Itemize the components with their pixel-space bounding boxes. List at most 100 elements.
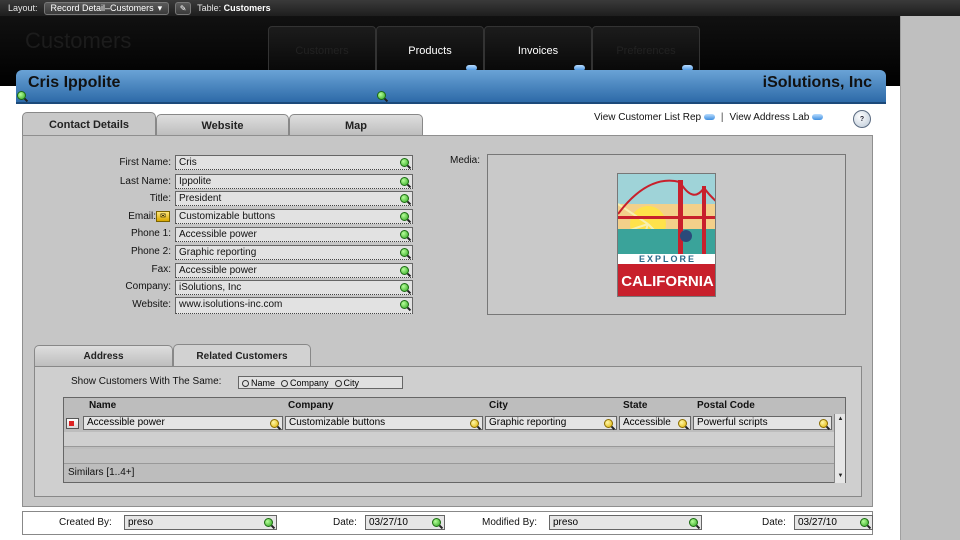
cell-city[interactable]: Graphic reporting [485, 416, 617, 430]
portal-empty-row [64, 432, 834, 447]
cell-state[interactable]: Accessible power [619, 416, 691, 430]
similars-count: Similars [1..4+] [68, 467, 135, 478]
button-icon [812, 114, 824, 120]
cell-value: Customizable buttons [289, 417, 386, 428]
field-value: preso [553, 517, 579, 528]
field-value: President [179, 193, 222, 204]
search-icon[interactable] [400, 230, 409, 239]
record-badge [69, 421, 74, 426]
modified-by-field[interactable]: preso [549, 515, 702, 530]
app-toolbar: Layout: Record Detail–Customers ▾ ✎ Tabl… [0, 0, 960, 16]
fax-field[interactable]: Accessible power [175, 263, 413, 278]
first-name-field[interactable]: Cris [175, 155, 413, 170]
field-value: Accessible power [179, 229, 257, 240]
radio-icon [281, 379, 289, 387]
report-links: View Customer List Rep | View Address La… [594, 112, 824, 123]
tab-related-customers[interactable]: Related Customers [173, 344, 311, 367]
search-icon[interactable] [678, 419, 687, 428]
scroll-up-icon[interactable]: ▲ [836, 416, 845, 424]
table-label: Table: [197, 3, 222, 13]
search-icon[interactable] [400, 300, 409, 309]
field-value: Graphic reporting [179, 247, 257, 258]
nav-tab-label: Products [408, 45, 452, 57]
tab-map[interactable]: Map [289, 114, 423, 136]
cell-company[interactable]: Customizable buttons [285, 416, 483, 430]
company-field[interactable]: iSolutions, Inc [175, 280, 413, 295]
field-value: Ippolite [179, 176, 212, 187]
window-side-strip [900, 16, 960, 540]
tab-label: Related Customers [196, 350, 288, 362]
radio-name[interactable]: Name [242, 378, 275, 388]
tab-label: Address [83, 351, 124, 362]
phone2-field[interactable]: Graphic reporting [175, 245, 413, 260]
fax-label: Fax: [151, 264, 171, 275]
search-icon[interactable] [432, 518, 441, 527]
field-value: 03/27/10 [369, 517, 408, 528]
first-name-label: First Name: [119, 157, 171, 168]
search-icon[interactable] [689, 518, 698, 527]
search-icon[interactable] [604, 419, 613, 428]
website-label: Website: [132, 299, 171, 310]
button-icon [703, 114, 715, 120]
search-icon[interactable] [377, 91, 386, 100]
phone1-label: Phone 1: [130, 228, 171, 239]
customer-list-report-link[interactable]: View Customer List Rep [594, 112, 715, 123]
last-name-field[interactable]: Ippolite [175, 174, 413, 189]
nav-tab-products[interactable]: Products [376, 26, 484, 76]
created-date-field[interactable]: 03/27/10 [365, 515, 445, 530]
search-icon[interactable] [17, 91, 27, 100]
search-icon[interactable] [860, 518, 869, 527]
tab-website[interactable]: Website [156, 114, 289, 136]
search-icon[interactable] [470, 419, 479, 428]
go-to-record-icon[interactable] [66, 418, 79, 429]
tab-address[interactable]: Address [34, 345, 173, 367]
search-icon[interactable] [400, 194, 409, 203]
tab-contact-details[interactable]: Contact Details [22, 112, 156, 136]
field-value: Accessible power [179, 265, 257, 276]
email-field[interactable]: Customizable buttons [175, 209, 413, 224]
show-customers-label: Show Customers With The Same: [71, 376, 222, 387]
nav-tab-preferences[interactable]: Preferences [592, 26, 700, 76]
edit-layout-button[interactable]: ✎ [175, 1, 192, 15]
created-date-label: Date: [333, 517, 357, 528]
field-value: Cris [179, 157, 197, 168]
phone1-field[interactable]: Accessible power [175, 227, 413, 242]
search-icon[interactable] [400, 248, 409, 257]
nav-tab-customers[interactable]: Customers [268, 26, 376, 76]
record-company-banner: iSolutions, Inc [762, 74, 872, 91]
search-icon[interactable] [400, 158, 409, 167]
cell-value: Accessible power [87, 417, 165, 428]
created-by-label: Created By: [59, 517, 112, 528]
table-value: Customers [223, 3, 271, 13]
website-field[interactable]: www.isolutions-inc.com [175, 297, 413, 314]
radio-label: City [343, 377, 360, 388]
address-labels-link[interactable]: View Address Lab [729, 112, 824, 123]
help-icon[interactable]: ? [853, 110, 871, 128]
scroll-down-icon[interactable]: ▼ [836, 473, 845, 481]
search-icon[interactable] [400, 283, 409, 292]
title-label: Title: [149, 193, 171, 204]
created-by-field[interactable]: preso [124, 515, 277, 530]
title-field[interactable]: President [175, 191, 413, 206]
tab-label: Website [201, 119, 244, 132]
search-icon[interactable] [400, 266, 409, 275]
portal-scrollbar[interactable]: ▲ ▼ [834, 414, 845, 483]
modified-date-field[interactable]: 03/27/10 [794, 515, 873, 530]
search-icon[interactable] [264, 518, 273, 527]
search-icon[interactable] [400, 177, 409, 186]
portal-empty-row [64, 449, 834, 464]
search-icon[interactable] [819, 419, 828, 428]
nav-tab-invoices[interactable]: Invoices [484, 26, 592, 76]
cell-value: Graphic reporting [489, 417, 567, 428]
radio-city[interactable]: City [334, 377, 360, 388]
column-header-company: Company [288, 400, 334, 411]
email-icon[interactable]: ✉ [156, 211, 170, 222]
cell-postal-code[interactable]: Powerful scripts [693, 416, 832, 430]
search-icon[interactable] [270, 419, 279, 428]
nav-tab-label: Preferences [616, 45, 676, 57]
layout-select[interactable]: Record Detail–Customers ▾ [43, 1, 170, 15]
layout-select-value: Record Detail–Customers [50, 3, 154, 13]
radio-company[interactable]: Company [281, 378, 329, 388]
search-icon[interactable] [400, 212, 409, 221]
cell-name[interactable]: Accessible power [83, 416, 283, 430]
